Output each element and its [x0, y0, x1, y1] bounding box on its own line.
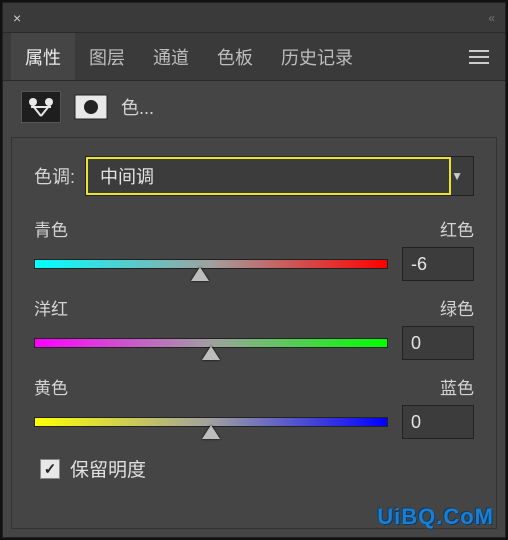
value-yb[interactable]: 0 [402, 405, 474, 439]
label-cyan: 青色 [34, 216, 68, 241]
slider-track-cr[interactable] [34, 259, 388, 269]
tab-bar: 属性 图层 通道 色板 历史记录 [3, 33, 505, 81]
layer-mask-icon[interactable] [71, 91, 111, 123]
label-yellow: 黄色 [34, 374, 68, 399]
tab-channels[interactable]: 通道 [139, 33, 203, 80]
tab-history[interactable]: 历史记录 [267, 33, 367, 80]
tone-select-value: 中间调 [100, 163, 154, 189]
adjustment-toolbar: 色... [3, 81, 505, 127]
slider-thumb-cr[interactable] [191, 267, 209, 281]
collapse-icon[interactable]: « [488, 11, 495, 25]
chevron-down-icon: ▼ [451, 169, 463, 183]
preserve-luminosity-row: ✓ 保留明度 [40, 455, 474, 482]
adjustment-name: 色... [121, 94, 154, 120]
slider-magenta-green: 洋红 绿色 0 [34, 295, 474, 360]
tone-row: 色调: 中间调 ▼ [34, 156, 474, 196]
tab-layers[interactable]: 图层 [75, 33, 139, 80]
properties-panel: × « 属性 图层 通道 色板 历史记录 [2, 2, 506, 538]
label-green: 绿色 [440, 295, 474, 320]
slider-thumb-yb[interactable] [202, 425, 220, 439]
label-blue: 蓝色 [440, 374, 474, 399]
slider-yellow-blue: 黄色 蓝色 0 [34, 374, 474, 439]
tone-select[interactable]: 中间调 ▼ [85, 156, 474, 196]
label-magenta: 洋红 [34, 295, 68, 320]
tab-properties[interactable]: 属性 [11, 33, 75, 80]
tone-label: 色调: [34, 163, 75, 189]
preserve-checkbox[interactable]: ✓ [40, 459, 60, 479]
preserve-label: 保留明度 [70, 455, 146, 482]
value-cr[interactable]: -6 [402, 247, 474, 281]
panel-menu-icon[interactable] [461, 50, 497, 64]
slider-cyan-red: 青色 红色 -6 [34, 216, 474, 281]
tab-swatches[interactable]: 色板 [203, 33, 267, 80]
close-icon[interactable]: × [13, 10, 21, 26]
titlebar: × « [3, 3, 505, 33]
slider-track-mg[interactable] [34, 338, 388, 348]
value-mg[interactable]: 0 [402, 326, 474, 360]
color-balance-icon[interactable] [21, 91, 61, 123]
content-area: 色调: 中间调 ▼ 青色 红色 -6 洋红 绿色 [11, 137, 497, 529]
slider-track-yb[interactable] [34, 417, 388, 427]
slider-thumb-mg[interactable] [202, 346, 220, 360]
label-red: 红色 [440, 216, 474, 241]
watermark: UiBQ.CoM [377, 504, 494, 530]
